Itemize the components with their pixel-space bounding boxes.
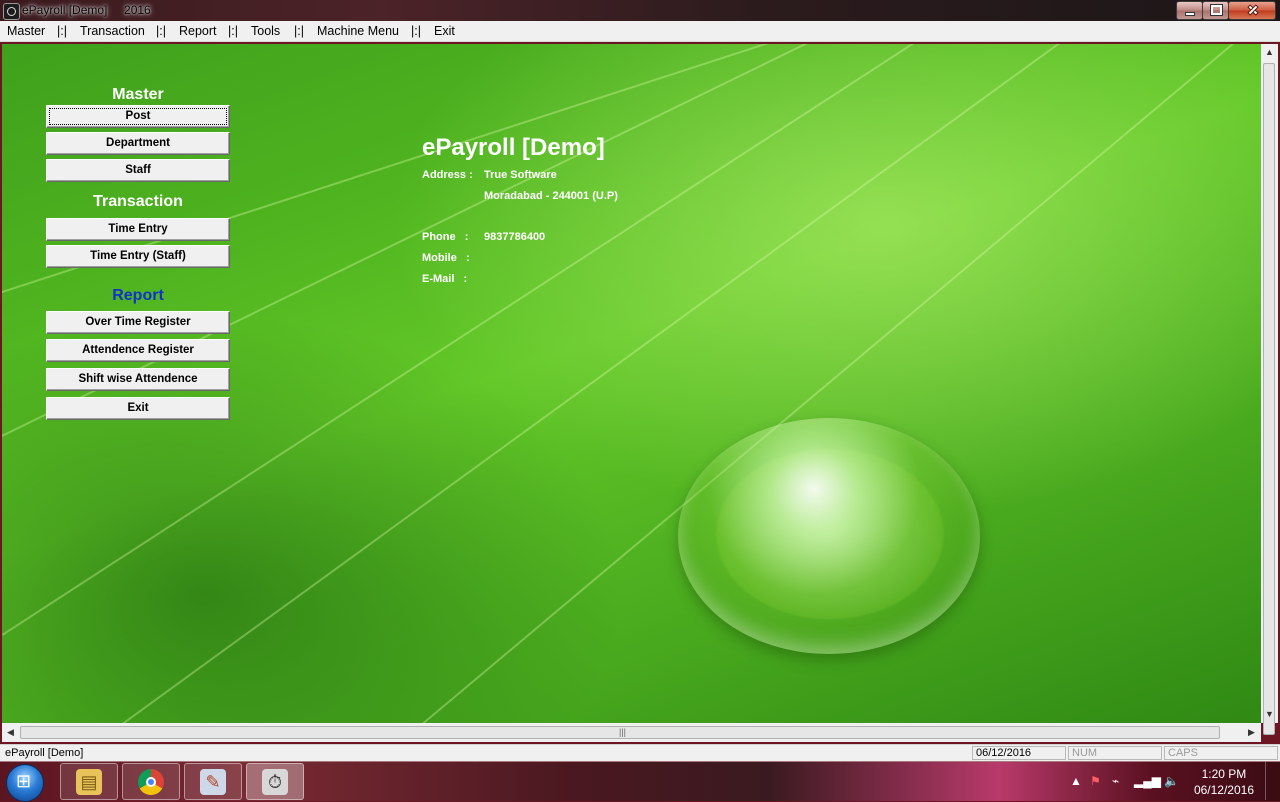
paint-palette-icon: ✎ [200,769,226,795]
menu-exit[interactable]: Exit [434,24,455,38]
volume-speaker-icon[interactable]: 🔈 [1164,774,1179,788]
folder-icon: ▤ [76,769,102,795]
taskbar-epayroll[interactable]: ⏱ [246,763,304,800]
phone-label: Phone : [422,231,469,243]
vertical-scrollbar[interactable]: ▲ ▼ [1261,44,1278,735]
show-hidden-icons-arrow-icon[interactable]: ▲ [1070,774,1082,788]
taskbar-chrome[interactable] [122,763,180,800]
report-section-title: Report [112,287,164,304]
title-bar: ePayroll [Demo] 2016 [0,0,1280,21]
menu-bar: Master |:| Transaction |:| Report |:| To… [0,21,1280,42]
email-label: E-Mail : [422,273,468,285]
epayroll-app-icon: ⏱ [262,769,288,795]
windows-taskbar: ⊞ ▤ ✎ ⏱ ▲ ⚑ ⌁ ▂▄▆ 🔈 1:20 PM 06/12/2016 [0,761,1280,802]
scroll-grip-icon: ||| [619,727,627,737]
menu-separator: |:| [57,24,67,38]
address-label: Address : [422,169,473,181]
staff-button[interactable]: Staff [46,159,230,182]
menu-report[interactable]: Report [179,24,217,38]
maximize-button[interactable] [1202,1,1229,20]
menu-separator: |:| [411,24,421,38]
clock-date: 06/12/2016 [1193,783,1254,797]
menu-separator: |:| [156,24,166,38]
transaction-section-title: Transaction [93,193,183,210]
system-tray: ▲ ⚑ ⌁ ▂▄▆ 🔈 1:20 PM 06/12/2016 [1060,762,1280,801]
app-icon[interactable] [3,3,20,20]
status-caps-lock: CAPS [1164,746,1278,760]
chrome-icon [138,769,164,795]
leaf-vein [122,44,1175,723]
close-button[interactable] [1228,1,1276,20]
windows-logo-icon: ⊞ [16,771,32,791]
status-app-name: ePayroll [Demo] [5,747,84,759]
scroll-up-arrow-icon[interactable]: ▲ [1261,44,1278,61]
department-button[interactable]: Department [46,132,230,155]
menu-separator: |:| [294,24,304,38]
clock-time: 1:20 PM [1201,767,1247,781]
action-center-flag-icon[interactable]: ⚑ [1090,774,1101,788]
menu-transaction[interactable]: Transaction [80,24,145,38]
show-desktop-button[interactable] [1265,762,1280,800]
taskbar-explorer[interactable]: ▤ [60,763,118,800]
scroll-right-arrow-icon[interactable]: ▶ [1243,723,1260,742]
time-entry-staff-button[interactable]: Time Entry (Staff) [46,245,230,268]
horizontal-scrollbar[interactable]: ◀ ||| ▶ [2,723,1261,742]
master-section-title: Master [112,86,164,103]
menu-separator: |:| [228,24,238,38]
exit-button[interactable]: Exit [46,397,230,420]
water-droplet-image [678,418,980,654]
scroll-left-arrow-icon[interactable]: ◀ [2,723,19,742]
company-app-name: ePayroll [Demo] [422,134,605,161]
vertical-scroll-thumb[interactable] [1263,63,1275,735]
taskbar-paint[interactable]: ✎ [184,763,242,800]
network-signal-icon[interactable]: ▂▄▆ [1134,774,1161,788]
mobile-label: Mobile : [422,252,470,264]
time-entry-button[interactable]: Time Entry [46,218,230,241]
overtime-register-button[interactable]: Over Time Register [46,311,230,334]
status-bar: ePayroll [Demo] 06/12/2016 NUM CAPS [0,744,1280,762]
phone-value: 9837786400 [484,231,546,243]
menu-master[interactable]: Master [7,24,45,38]
horizontal-scroll-thumb[interactable]: ||| [20,726,1220,739]
shift-wise-attendence-button[interactable]: Shift wise Attendence [46,368,230,391]
scroll-down-arrow-icon[interactable]: ▼ [1261,706,1278,723]
post-button[interactable]: Post [46,105,230,128]
taskbar-clock[interactable]: 1:20 PM 06/12/2016 [1194,766,1254,798]
address-line-1: True Software [484,169,557,181]
minimize-button[interactable] [1176,1,1203,20]
address-line-2: Moradabad - 244001 (U.P) [484,190,618,202]
start-button[interactable]: ⊞ [6,764,44,802]
main-client-area: Master Post Department Staff Transaction… [2,44,1261,723]
status-num-lock: NUM [1068,746,1162,760]
menu-machine-menu[interactable]: Machine Menu [317,24,399,38]
attendence-register-button[interactable]: Attendence Register [46,339,230,362]
power-plug-icon[interactable]: ⌁ [1112,774,1119,788]
menu-tools[interactable]: Tools [251,24,280,38]
status-date: 06/12/2016 [972,746,1066,760]
window-title: ePayroll [Demo] 2016 [22,3,151,17]
